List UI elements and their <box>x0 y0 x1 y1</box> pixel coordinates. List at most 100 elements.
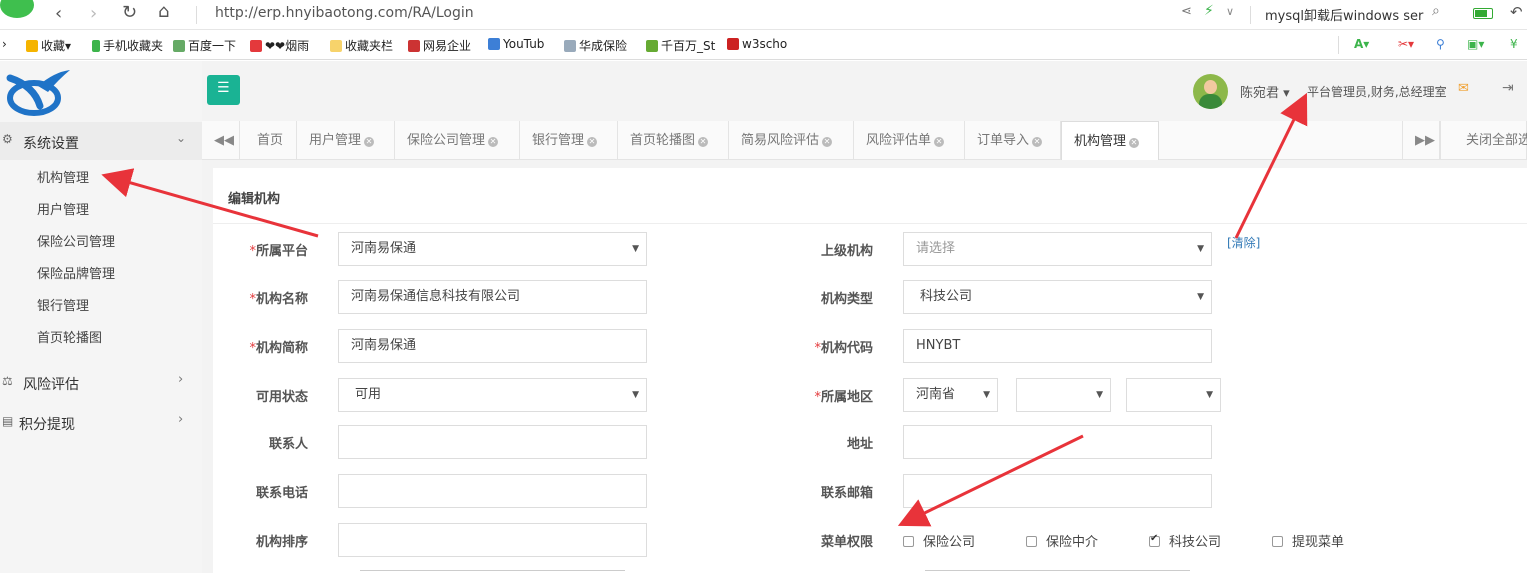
close-icon[interactable]: ✕ <box>1129 138 1140 148</box>
screenshot-icon[interactable]: ✂▾ <box>1398 37 1414 51</box>
bookmark-item[interactable]: ❤❤烟雨 <box>250 37 309 54</box>
close-icon[interactable]: ✕ <box>587 137 598 147</box>
user-name-dropdown[interactable]: 陈宛君 ▾ <box>1240 82 1290 101</box>
phone-label: 联系电话 <box>255 486 308 501</box>
caret-down-icon: ▼ <box>1197 292 1204 302</box>
sidebar-item-bank-management[interactable]: 银行管理 <box>37 295 89 314</box>
mail-icon[interactable]: ✉ <box>1458 81 1469 96</box>
sort-input[interactable] <box>338 523 647 557</box>
status-select[interactable]: 可用 ▼ <box>338 378 647 412</box>
menu-toggle-button[interactable]: ☰ <box>207 75 240 105</box>
parent-org-label: 上级机构 <box>820 244 873 259</box>
bookmark-item[interactable]: 华成保险 <box>564 37 627 54</box>
org-name-label: *机构名称 <box>249 292 308 307</box>
bookmark-item[interactable]: w3scho <box>727 37 787 51</box>
bookmark-item[interactable]: YouTub <box>488 37 544 51</box>
search-icon[interactable]: ⌕ <box>1432 3 1440 19</box>
bookmark-item[interactable]: 百度一下 <box>173 37 236 54</box>
perm-withdraw-checkbox[interactable]: 提现菜单 <box>1272 531 1344 550</box>
bookmark-item[interactable]: 手机收藏夹 <box>92 37 163 54</box>
caret-down-icon: ▼ <box>1096 390 1103 400</box>
org-name-input[interactable]: 河南易保通信息科技有限公司 <box>338 280 647 314</box>
reload-icon[interactable]: ↻ <box>122 2 137 23</box>
tab-bar: ◀◀ 首页 用户管理 ✕ 保险公司管理 ✕ 银行管理 ✕ 首页轮播图 ✕ 简易风险评估 ✕… <box>202 121 1527 161</box>
tab-carousel[interactable]: 首页轮播图 ✕ <box>618 121 729 160</box>
game-icon[interactable]: ▣▾ <box>1467 37 1484 51</box>
tab-insurer-management[interactable]: 保险公司管理 ✕ <box>395 121 520 160</box>
app-logo <box>4 66 72 120</box>
menu-group-risk-assessment[interactable]: ⚖ 风险评估 › <box>0 363 202 401</box>
logout-icon[interactable]: ⇥ <box>1502 80 1514 96</box>
tab-user-management[interactable]: 用户管理 ✕ <box>297 121 395 160</box>
sidebar-item-insurer-management[interactable]: 保险公司管理 <box>37 231 115 250</box>
contact-input[interactable] <box>338 425 647 459</box>
clear-parent-link[interactable]: [清除] <box>1227 234 1260 251</box>
sidebar-item-carousel[interactable]: 首页轮播图 <box>37 327 102 346</box>
parent-org-select[interactable]: 请选择 ▼ <box>903 232 1212 266</box>
close-icon[interactable]: ✕ <box>488 137 499 147</box>
tab-home[interactable]: 首页 <box>240 121 297 160</box>
money-icon[interactable]: ¥ <box>1510 37 1518 51</box>
city-select[interactable]: ▼ <box>1016 378 1111 412</box>
avatar[interactable] <box>1193 74 1228 109</box>
menu-group-label: 积分提现 <box>19 417 75 433</box>
dropdown-icon[interactable]: ∨ <box>1226 5 1234 18</box>
share-icon[interactable]: ⋖ <box>1181 4 1192 19</box>
list-icon: ▤ <box>2 414 14 428</box>
bookmark-chevron-icon[interactable]: › <box>2 37 7 51</box>
tab-scroll-right-button[interactable]: ▶▶ <box>1402 121 1440 160</box>
sidebar-item-user-management[interactable]: 用户管理 <box>37 199 89 218</box>
tab-bank-management[interactable]: 银行管理 ✕ <box>520 121 618 160</box>
back-icon[interactable]: ‹ <box>55 3 62 24</box>
undo-icon[interactable]: ↶ <box>1510 3 1523 21</box>
sidebar-item-org-management[interactable]: 机构管理 <box>37 167 89 186</box>
platform-label: *所属平台 <box>249 244 308 259</box>
close-all-tabs-button[interactable]: 关闭全部选 <box>1440 121 1527 160</box>
close-icon[interactable]: ✕ <box>698 137 709 147</box>
home-icon[interactable]: ⌂ <box>158 1 169 22</box>
tab-scroll-left-button[interactable]: ◀◀ <box>202 121 240 160</box>
bookmark-item[interactable]: 收藏▾ <box>26 37 71 54</box>
menu-group-points-withdraw[interactable]: ▤ 积分提现 › <box>0 403 202 441</box>
caret-down-icon: ▼ <box>632 390 639 400</box>
bookmark-item[interactable]: 收藏夹栏 <box>330 37 393 54</box>
email-input[interactable] <box>903 474 1212 508</box>
close-icon[interactable]: ✕ <box>364 137 375 147</box>
province-select[interactable]: 河南省 ▼ <box>903 378 998 412</box>
tab-simple-risk[interactable]: 简易风险评估 ✕ <box>729 121 854 160</box>
translate-icon[interactable]: A▾ <box>1354 37 1369 51</box>
checkbox-checked-icon <box>1149 533 1160 547</box>
address-input[interactable] <box>903 425 1212 459</box>
district-select[interactable]: ▼ <box>1126 378 1221 412</box>
perm-insurer-checkbox[interactable]: 保险公司 <box>903 531 975 550</box>
search-box[interactable]: mysql卸载后windows ser <box>1265 5 1423 24</box>
forward-icon[interactable]: › <box>90 3 97 24</box>
flash-icon[interactable]: ⚡ <box>1204 3 1214 19</box>
tab-order-import[interactable]: 订单导入 ✕ <box>965 121 1061 160</box>
bookmarks-bar: › 收藏▾ 手机收藏夹 百度一下 ❤❤烟雨 收藏夹栏 网易企业 YouTub 华… <box>0 30 1527 60</box>
sidebar-item-brand-management[interactable]: 保险品牌管理 <box>37 263 115 282</box>
phone-input[interactable] <box>338 474 647 508</box>
bookmark-item[interactable]: 网易企业 <box>408 37 471 54</box>
close-icon[interactable]: ✕ <box>1032 137 1043 147</box>
zoom-icon[interactable]: ⚲ <box>1436 37 1445 51</box>
org-type-select[interactable]: 科技公司 ▼ <box>903 280 1212 314</box>
perm-broker-checkbox[interactable]: 保险中介 <box>1026 531 1098 550</box>
status-label: 可用状态 <box>255 390 308 405</box>
close-icon[interactable]: ✕ <box>934 137 945 147</box>
panel-title: 编辑机构 <box>228 192 281 207</box>
caret-down-icon: ▼ <box>1197 244 1204 254</box>
org-code-label: *机构代码 <box>814 341 873 356</box>
bookmark-item[interactable]: 千百万_St <box>646 37 715 54</box>
sidebar: ⚙ 系统设置 ⌄ 机构管理 用户管理 保险公司管理 保险品牌管理 银行管理 首页… <box>0 61 202 573</box>
close-icon[interactable]: ✕ <box>822 137 833 147</box>
perm-tech-checkbox[interactable]: 科技公司 <box>1149 531 1221 550</box>
address-label: 地址 <box>846 437 873 452</box>
tab-risk-form[interactable]: 风险评估单 ✕ <box>854 121 965 160</box>
address-bar[interactable]: http://erp.hnyibaotong.com/RA/Login <box>215 5 474 21</box>
short-name-input[interactable]: 河南易保通 <box>338 329 647 363</box>
tab-org-management[interactable]: 机构管理 ✕ <box>1061 121 1159 161</box>
org-code-input[interactable]: HNYBT <box>903 329 1212 363</box>
platform-select[interactable]: 河南易保通 ▼ <box>338 232 647 266</box>
menu-group-system-settings[interactable]: ⚙ 系统设置 ⌄ <box>0 122 202 160</box>
